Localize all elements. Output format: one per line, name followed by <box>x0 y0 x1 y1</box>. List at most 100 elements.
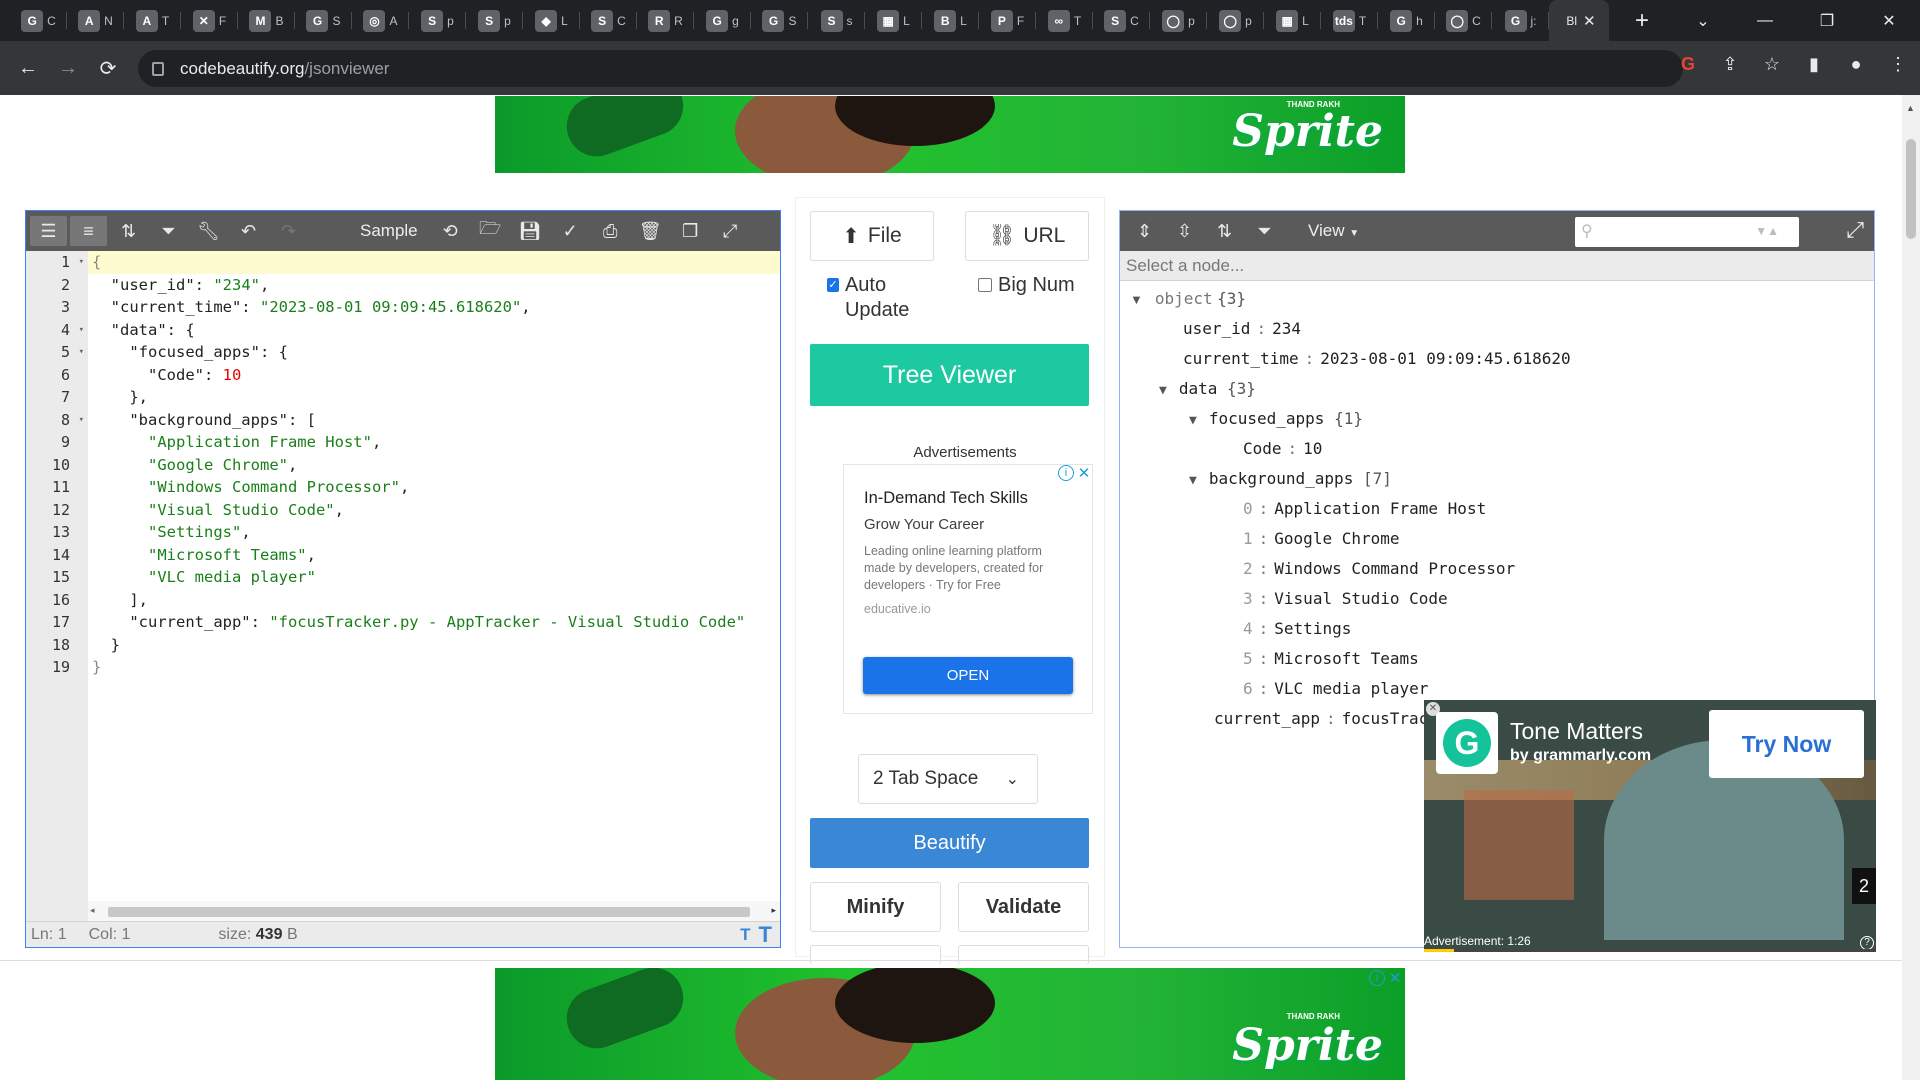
browser-tab[interactable]: ◆ L <box>523 0 580 41</box>
browser-tab[interactable]: ◎ A <box>352 0 409 41</box>
browser-tab[interactable]: Sp <box>409 0 466 41</box>
browser-tab-active[interactable]: Bl ✕ <box>1549 0 1609 41</box>
browser-tab[interactable]: tds T <box>1321 0 1378 41</box>
code-area[interactable]: { "user_id": "234", "current_time": "202… <box>88 251 780 901</box>
filter-icon[interactable]: ⏷ <box>1246 216 1283 246</box>
page-scrollbar[interactable]: ▲ <box>1902 95 1920 1080</box>
google-icon[interactable]: G <box>1676 54 1700 75</box>
tree-node-app[interactable]: 5: Microsoft Teams <box>1243 646 1419 671</box>
tree-node-code[interactable]: Code:10 <box>1243 436 1322 461</box>
file-button[interactable]: ⬆ File <box>810 211 934 261</box>
browser-tab[interactable]: ✕ F <box>181 0 238 41</box>
delete-trash-icon[interactable]: 🗑︎ <box>632 216 669 246</box>
redo-icon[interactable]: ↷ <box>270 216 307 246</box>
tree-node-app[interactable]: 2: Windows Command Processor <box>1243 556 1515 581</box>
bookmark-star-icon[interactable]: ☆ <box>1760 54 1784 75</box>
tree-node-app[interactable]: 0: Application Frame Host <box>1243 496 1486 521</box>
reload-button[interactable]: ⟳ <box>88 56 128 81</box>
tree-viewer-button[interactable]: Tree Viewer <box>810 344 1089 406</box>
ad-close-icon[interactable]: ✕ <box>1076 465 1092 482</box>
educative-ad-card[interactable]: i ✕ In-Demand Tech Skills Grow Your Caree… <box>843 464 1093 714</box>
browser-tab[interactable]: ◯ p <box>1207 0 1264 41</box>
grammarly-video-ad[interactable]: ✕ G Tone Matters by grammarly.com Try No… <box>1424 700 1876 952</box>
browser-tab[interactable]: Gj: <box>1492 0 1549 41</box>
page-scrollbar-thumb[interactable] <box>1906 139 1916 239</box>
horizontal-scrollbar[interactable]: ◂ ▸ <box>88 901 780 923</box>
browser-tab[interactable]: MB <box>238 0 295 41</box>
expand-all-icon[interactable]: ⇕ <box>1126 216 1163 246</box>
minify-button[interactable]: Minify <box>810 882 941 932</box>
view-mode-dropdown[interactable]: View ▼ <box>1308 221 1359 241</box>
sort-icon[interactable]: ⇅ <box>110 216 147 246</box>
sprite-banner-ad[interactable]: THAND RAKH Sprite <box>495 96 1405 173</box>
expand-toggle-icon[interactable]: ▼ <box>1159 383 1167 398</box>
search-nav-arrows-icon[interactable]: ▼▲ <box>1755 224 1779 238</box>
try-now-button[interactable]: Try Now <box>1709 710 1864 778</box>
fullscreen-expand-icon[interactable]: ⤢ <box>712 216 749 246</box>
text-size-large-icon[interactable]: T <box>759 922 772 948</box>
browser-tab[interactable]: AT <box>124 0 181 41</box>
new-tab-button[interactable]: + <box>1627 7 1657 35</box>
browser-tab[interactable]: ◯ p <box>1150 0 1207 41</box>
sample-button[interactable]: Sample <box>360 221 418 241</box>
tree-node-user-id[interactable]: user_id:234 <box>1183 316 1301 341</box>
tab-close-icon[interactable]: ✕ <box>1583 12 1596 30</box>
repair-wrench-icon[interactable]: 🔧︎ <box>190 216 227 246</box>
print-icon[interactable]: ⎙ <box>592 216 629 246</box>
beautify-button[interactable]: Beautify <box>810 818 1089 868</box>
browser-tab[interactable]: Gg <box>694 0 751 41</box>
browser-tab[interactable]: Ss <box>808 0 865 41</box>
collapse-all-icon[interactable]: ⇳ <box>1166 216 1203 246</box>
indent-select[interactable]: 2 Tab Space ⌄ <box>858 754 1038 804</box>
url-button[interactable]: ⛓ URL <box>965 211 1089 261</box>
side-panel-icon[interactable]: ▮ <box>1802 54 1826 75</box>
restore-icon[interactable]: ❐ <box>1796 0 1858 41</box>
compact-icon[interactable]: ≡ <box>70 216 107 246</box>
more-button-right[interactable] <box>958 945 1089 965</box>
browser-tab[interactable]: GS <box>751 0 808 41</box>
browser-tab[interactable]: GC <box>10 0 67 41</box>
browser-tab[interactable]: ▦ L <box>865 0 922 41</box>
tree-node-background-apps[interactable]: ▼ background_apps [7] <box>1189 466 1392 491</box>
browser-tab[interactable]: ▦ L <box>1264 0 1321 41</box>
browser-tab[interactable]: RR <box>637 0 694 41</box>
browser-tab[interactable]: ∞ T <box>1036 0 1093 41</box>
tab-search-icon[interactable]: ⌄ <box>1672 0 1734 41</box>
fullscreen-expand-icon[interactable]: ⤢ <box>1846 217 1864 243</box>
tree-node-current-app[interactable]: current_app: focusTrac <box>1214 706 1428 731</box>
profile-icon[interactable]: ● <box>1844 54 1868 75</box>
back-button[interactable]: ← <box>8 57 48 80</box>
ad-help-icon[interactable]: ? <box>1860 936 1874 950</box>
browser-tab[interactable]: Gh <box>1378 0 1435 41</box>
ad-open-button[interactable]: OPEN <box>863 657 1073 694</box>
browser-tab[interactable]: SC <box>1093 0 1150 41</box>
tree-node-app[interactable]: 1: Google Chrome <box>1243 526 1400 551</box>
tree-node-app[interactable]: 4: Settings <box>1243 616 1351 641</box>
browser-tab[interactable]: PF <box>979 0 1036 41</box>
fold-toggle-icon[interactable]: ▾ <box>79 251 84 274</box>
text-size-small-icon[interactable]: T <box>740 925 750 945</box>
tree-node-focused-apps[interactable]: ▼ focused_apps {1} <box>1189 406 1363 431</box>
sprite-banner-ad-bottom[interactable]: THAND RAKH Sprite i ✕ <box>495 968 1405 1080</box>
forward-button[interactable]: → <box>48 57 88 80</box>
tree-search-input[interactable]: ⚲ ▼▲ <box>1575 217 1799 247</box>
close-window-icon[interactable]: ✕ <box>1858 0 1920 41</box>
browser-tab[interactable]: SC <box>580 0 637 41</box>
ad-info-icon[interactable]: i <box>1058 465 1074 481</box>
open-folder-icon[interactable]: 🗁︎ <box>472 216 509 246</box>
save-icon[interactable]: 💾︎ <box>512 216 549 246</box>
tree-node-current-time[interactable]: current_time:2023-08-01 09:09:45.618620 <box>1183 346 1571 371</box>
browser-tab[interactable]: ◯ C <box>1435 0 1492 41</box>
ad-info-icon[interactable]: i <box>1369 970 1385 986</box>
tree-node-root[interactable]: ▼ object {3} <box>1130 286 1246 311</box>
sort-icon[interactable]: ⇅ <box>1206 216 1243 246</box>
ad-close-icon[interactable]: ✕ <box>1387 970 1403 987</box>
address-bar[interactable]: codebeautify.org/jsonviewer <box>138 50 1683 87</box>
validate-check-icon[interactable]: ✓ <box>552 216 589 246</box>
fold-toggle-icon[interactable]: ▾ <box>79 341 84 364</box>
copy-icon[interactable]: ❐ <box>672 216 709 246</box>
tree-node-app[interactable]: 3: Visual Studio Code <box>1243 586 1448 611</box>
tree-node-data[interactable]: ▼ data {3} <box>1159 376 1256 401</box>
browser-tab[interactable]: Sp <box>466 0 523 41</box>
fold-toggle-icon[interactable]: ▾ <box>79 409 84 432</box>
